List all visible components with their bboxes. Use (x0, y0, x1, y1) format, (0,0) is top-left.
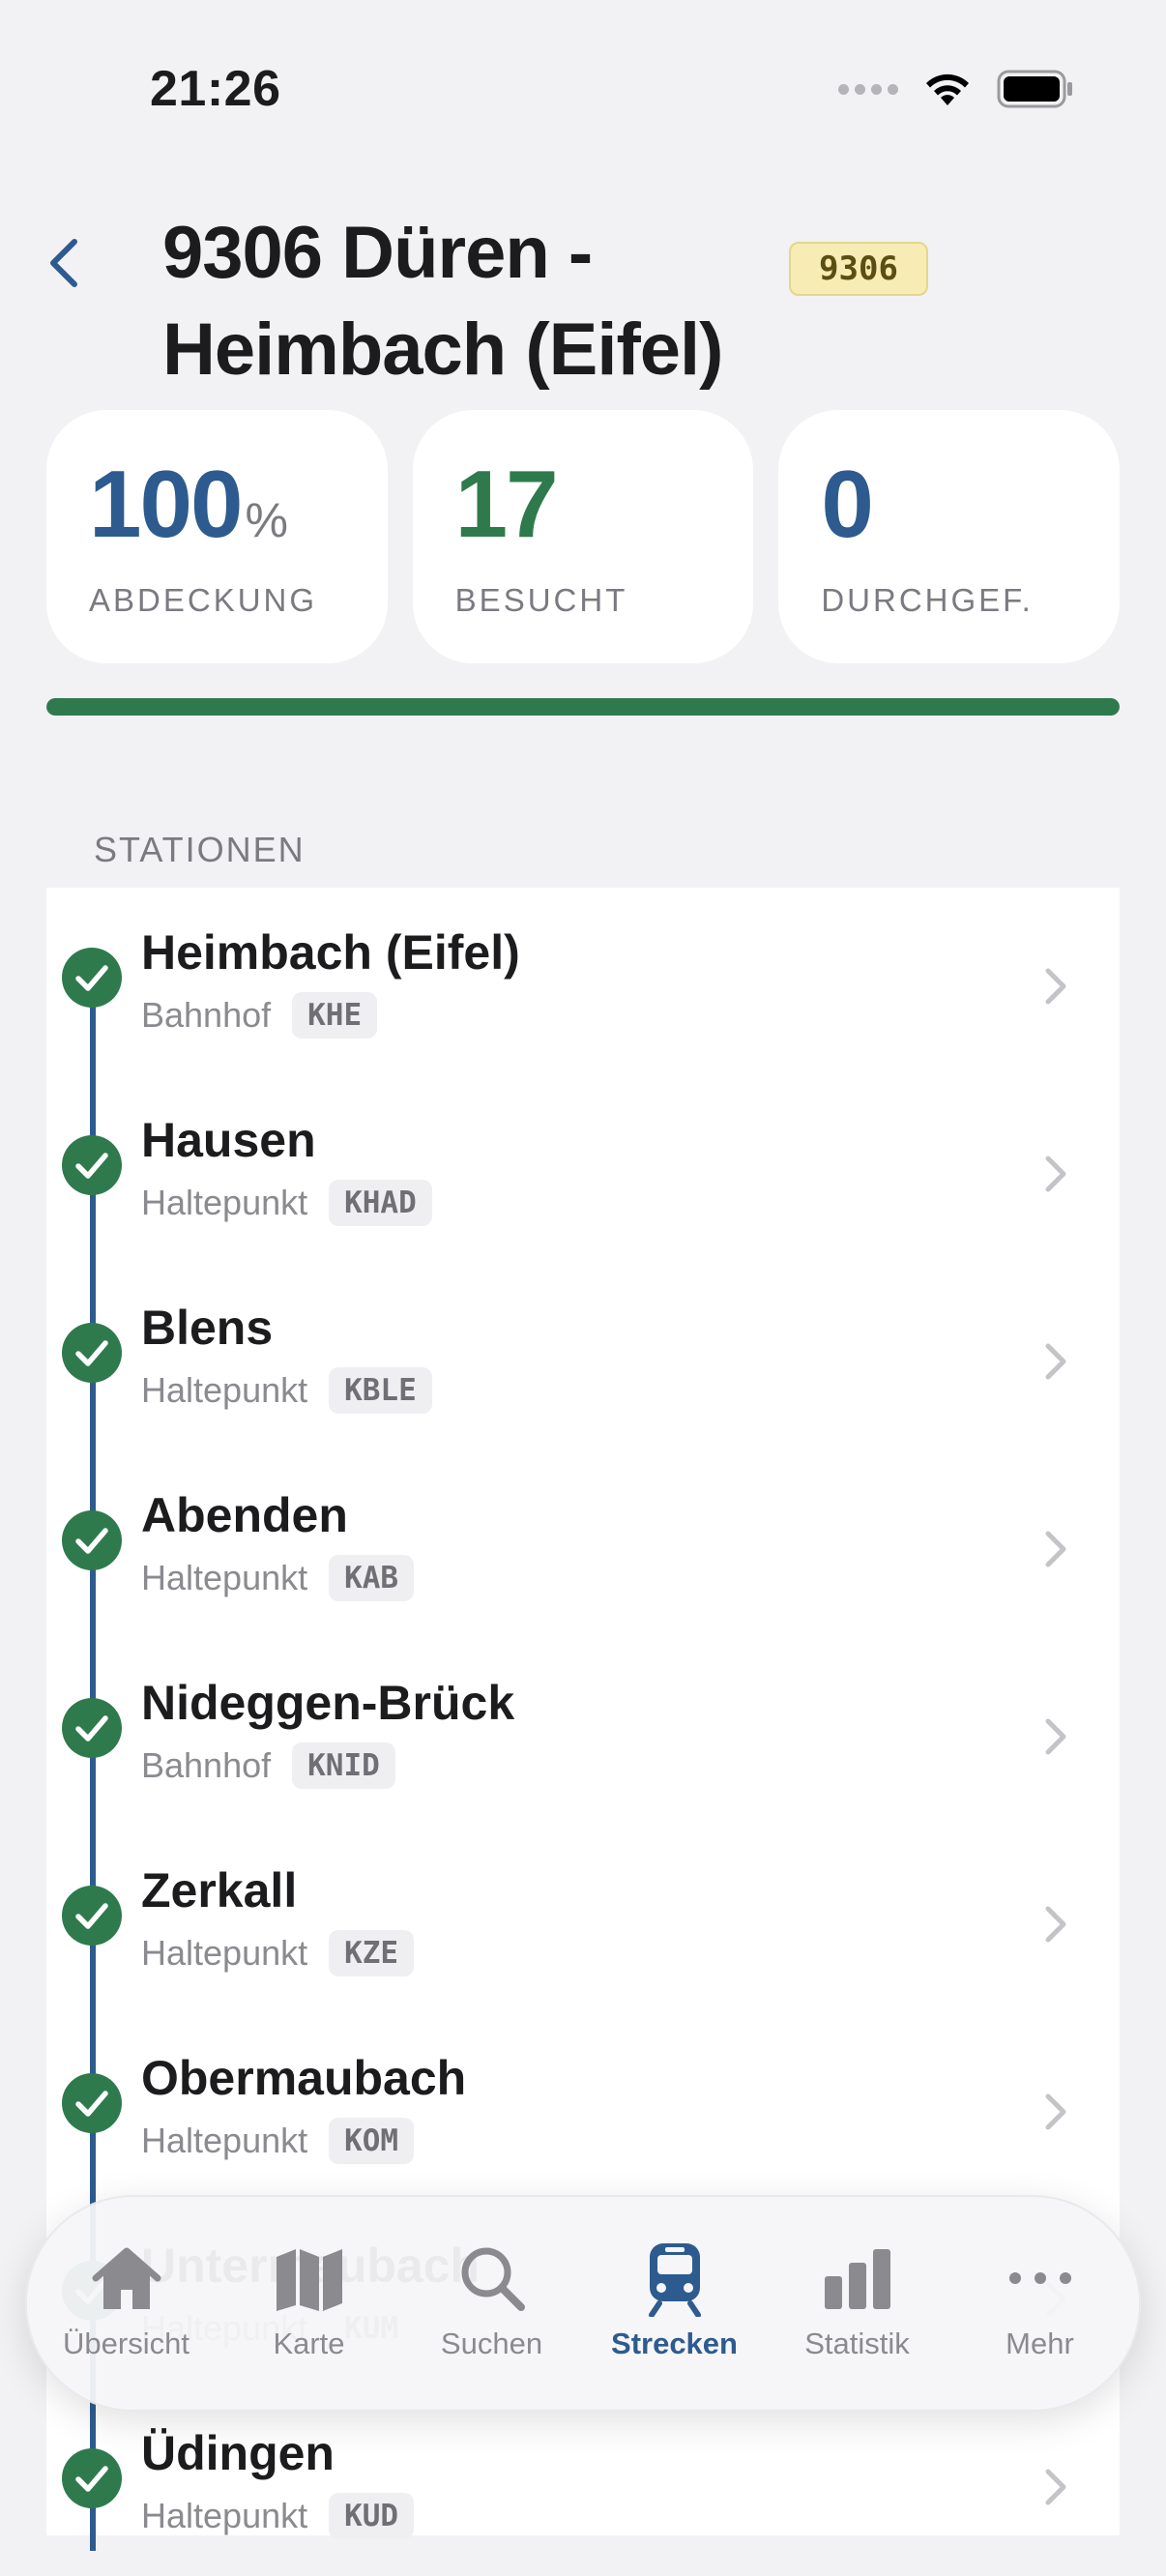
stat-value: 100% (89, 451, 288, 557)
station-meta: Haltepunkt KBLE (141, 1367, 432, 1414)
station-code: KHE (292, 992, 378, 1039)
station-name: Hausen (141, 1113, 316, 1167)
check-circle-icon (62, 1698, 122, 1758)
station-row[interactable]: Heimbach (Eifel) Bahnhof KHE (46, 888, 1120, 1075)
check-circle-icon (62, 1323, 122, 1383)
stats-row: 100% ABDECKUNG 17 BESUCHT 0 DURCHGEF. (46, 410, 1121, 663)
check-circle-icon (62, 1135, 122, 1195)
status-icons (838, 70, 1074, 108)
house-icon (92, 2247, 160, 2309)
station-type: Bahnhof (141, 995, 272, 1035)
station-row[interactable]: Üdingen Haltepunkt KUD (46, 2388, 1120, 2576)
tab-statistics[interactable]: Statistik (766, 2195, 948, 2412)
station-type: Haltepunkt (141, 2121, 308, 2160)
station-meta: Bahnhof KNID (141, 1742, 395, 1789)
station-meta: Haltepunkt KOM (141, 2118, 415, 2164)
search-icon (461, 2247, 525, 2311)
chevron-right-icon (1045, 1531, 1066, 1567)
station-code: KZE (329, 1930, 415, 1976)
station-name: Obermaubach (141, 2051, 467, 2105)
stat-value: 17 (454, 451, 559, 557)
stat-label: BESUCHT (454, 582, 628, 618)
stat-label: DURCHGEF. (821, 582, 1034, 618)
station-type: Haltepunkt (141, 2496, 308, 2535)
tab-label: Strecken (611, 2327, 738, 2360)
stat-label: ABDECKUNG (89, 582, 318, 618)
tab-label: Statistik (804, 2327, 910, 2360)
station-meta: Haltepunkt KHAD (141, 1180, 432, 1226)
cellular-icon (838, 83, 898, 95)
check-circle-icon (62, 948, 122, 1008)
station-code: KUD (329, 2493, 415, 2539)
train-icon (648, 2243, 701, 2317)
route-badge: 9306 (789, 242, 928, 296)
back-button[interactable] (37, 224, 91, 302)
stat-card-passed: 0 DURCHGEF. (778, 410, 1121, 663)
tab-label: Mehr (1006, 2327, 1074, 2360)
check-circle-icon (62, 1886, 122, 1946)
wifi-icon (926, 73, 969, 105)
tab-map[interactable]: Karte (218, 2195, 400, 2412)
station-code: KOM (329, 2118, 415, 2164)
station-row[interactable]: Nideggen-Brück Bahnhof KNID (46, 1638, 1120, 1826)
station-code: KHAD (329, 1180, 432, 1226)
check-circle-icon (62, 2073, 122, 2133)
station-type: Haltepunkt (141, 1933, 308, 1973)
tab-overview[interactable]: Übersicht (35, 2195, 218, 2412)
tab-search[interactable]: Suchen (400, 2195, 583, 2412)
bar-chart-icon (824, 2249, 890, 2309)
chevron-right-icon (1045, 968, 1066, 1005)
station-meta: Bahnhof KHE (141, 992, 378, 1039)
chevron-right-icon (1045, 2093, 1066, 2130)
tab-label: Übersicht (63, 2327, 189, 2360)
tab-label: Suchen (440, 2327, 543, 2360)
station-code: KAB (329, 1555, 415, 1601)
tab-more[interactable]: Mehr (948, 2195, 1131, 2412)
section-label: STATIONEN (94, 830, 306, 869)
station-type: Haltepunkt (141, 1370, 308, 1410)
coverage-progress-bar (46, 698, 1120, 716)
stat-card-coverage: 100% ABDECKUNG (46, 410, 388, 663)
status-bar: 21:26 (0, 0, 1166, 184)
ellipsis-icon (1008, 2272, 1071, 2284)
station-row[interactable]: Zerkall Haltepunkt KZE (46, 1826, 1120, 2013)
check-circle-icon (62, 1510, 122, 1570)
page-title: 9306 Düren - Heimbach (Eifel) (162, 212, 723, 391)
station-meta: Haltepunkt KUD (141, 2493, 415, 2539)
map-icon (276, 2249, 342, 2311)
chevron-right-icon (1045, 1343, 1066, 1380)
check-circle-icon (62, 2448, 122, 2508)
station-code: KBLE (329, 1367, 432, 1414)
station-row[interactable]: Obermaubach Haltepunkt KOM (46, 2013, 1120, 2201)
tab-routes[interactable]: Strecken (583, 2195, 766, 2412)
tab-label: Karte (273, 2327, 345, 2360)
status-time: 21:26 (150, 61, 281, 117)
tab-bar: Übersicht Karte Suchen Strecken Statisti… (25, 2195, 1141, 2412)
station-meta: Haltepunkt KAB (141, 1555, 415, 1601)
station-name: Zerkall (141, 1863, 298, 1917)
station-name: Abenden (141, 1488, 348, 1542)
stat-card-visited: 17 BESUCHT (412, 410, 754, 663)
stat-unit: % (245, 493, 288, 547)
chevron-right-icon (1045, 1906, 1066, 1943)
station-row[interactable]: Hausen Haltepunkt KHAD (46, 1075, 1120, 1263)
station-row[interactable]: Abenden Haltepunkt KAB (46, 1450, 1120, 1638)
coverage-progress-fill (46, 698, 1120, 716)
station-code: KNID (292, 1742, 395, 1789)
station-type: Bahnhof (141, 1745, 272, 1785)
station-meta: Haltepunkt KZE (141, 1930, 415, 1976)
station-name: Blens (141, 1301, 274, 1355)
station-row[interactable]: Blens Haltepunkt KBLE (46, 1263, 1120, 1450)
station-type: Haltepunkt (141, 1558, 308, 1597)
stat-value: 0 (821, 451, 873, 557)
chevron-right-icon (1045, 1156, 1066, 1192)
station-name: Heimbach (Eifel) (141, 925, 520, 980)
station-type: Haltepunkt (141, 1183, 308, 1222)
station-name: Nideggen-Brück (141, 1676, 515, 1730)
station-name: Üdingen (141, 2426, 335, 2480)
chevron-right-icon (1045, 1718, 1066, 1755)
chevron-right-icon (1045, 2469, 1066, 2505)
battery-icon (997, 70, 1072, 108)
chevron-left-icon (50, 239, 77, 287)
